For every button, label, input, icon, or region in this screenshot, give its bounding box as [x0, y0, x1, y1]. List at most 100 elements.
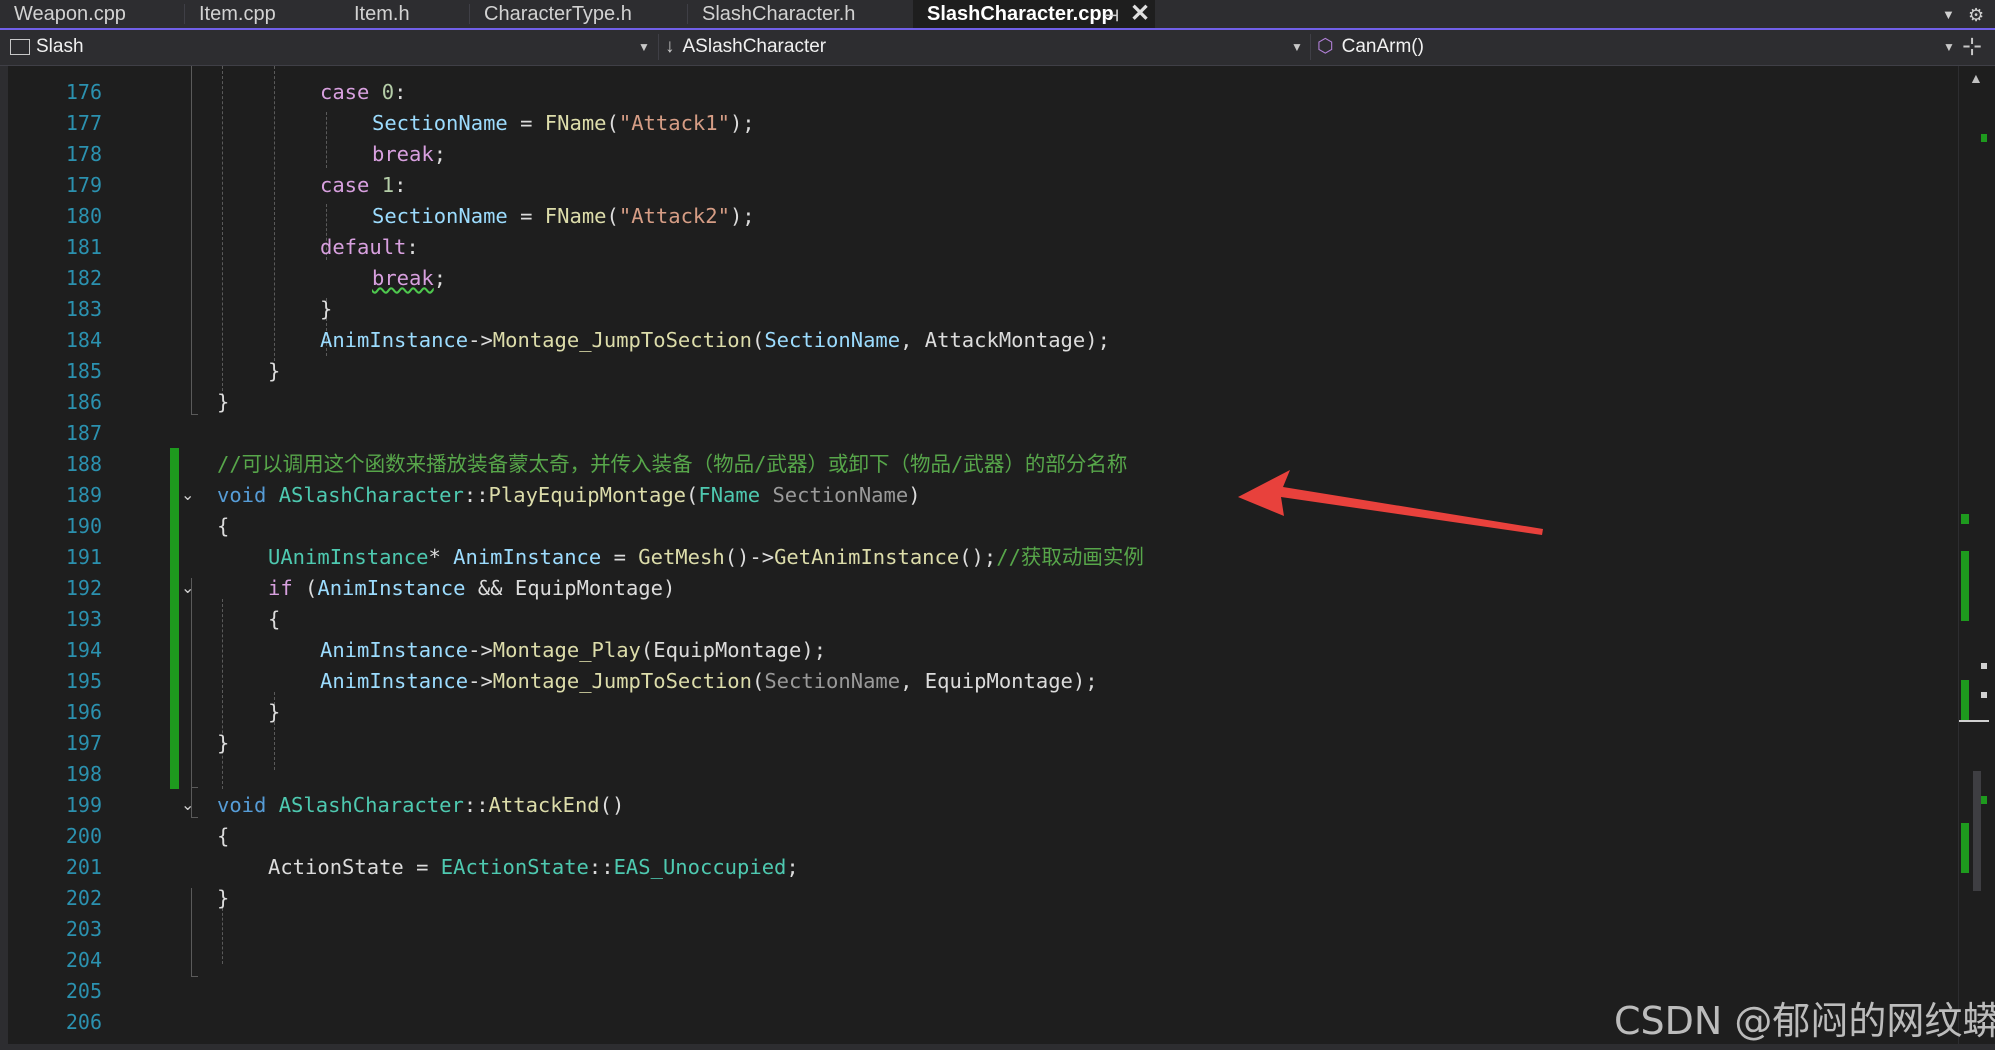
bottom-edge: [0, 1044, 1995, 1050]
code-line: 198: [0, 759, 1950, 790]
change-marker: [1961, 823, 1969, 873]
line-number: 187: [65, 421, 102, 445]
change-marker: [1961, 551, 1969, 621]
pin-icon[interactable]: ⊣: [1105, 3, 1119, 31]
code-line: 184 AnimInstance->Montage_JumpToSection(…: [0, 325, 1950, 356]
scroll-marker: [1981, 663, 1987, 669]
navigation-bar: Slash ▼ ↓ ASlashCharacter ▼ ⬡ CanArm() ▼ ⊹: [0, 30, 1995, 66]
project-icon: [10, 38, 30, 55]
code-line: 194 AnimInstance->Montage_Play(EquipMont…: [0, 635, 1950, 666]
tab-slashcharacter-cpp[interactable]: SlashCharacter.cpp ⊣ ✕: [913, 0, 1155, 28]
code-line: 192 ⌄ if (AnimInstance && EquipMontage): [0, 573, 1950, 604]
code-line: 179 case 1:: [0, 170, 1950, 201]
code-line: 188 //可以调用这个函数来播放装备蒙太奇，并传入装备（物品/武器）或卸下（物…: [0, 449, 1950, 480]
code-line: 180 SectionName = FName("Attack2");: [0, 201, 1950, 232]
line-number: 202: [65, 886, 102, 910]
project-label: Slash: [36, 36, 84, 57]
line-number: 189: [65, 483, 102, 507]
line-number: 182: [65, 266, 102, 290]
code-editor[interactable]: 176 case 0: 177 SectionName = FName("Att…: [0, 66, 1995, 1050]
code-line: 189 ⌄ void ASlashCharacter::PlayEquipMon…: [0, 480, 1950, 511]
line-number: 203: [65, 917, 102, 941]
line-number: 181: [65, 235, 102, 259]
change-marker: [1981, 134, 1987, 142]
caret-position-marker: [1959, 720, 1989, 722]
chevron-down-icon: ▼: [1943, 40, 1955, 54]
tab-weapon-cpp[interactable]: Weapon.cpp: [0, 0, 185, 28]
code-line: 203: [0, 914, 1950, 945]
code-line: 187: [0, 418, 1950, 449]
code-line: 200 {: [0, 821, 1950, 852]
collapse-toggle-icon[interactable]: ⌄: [181, 573, 194, 604]
code-line: 204: [0, 945, 1950, 976]
comment: //可以调用这个函数来播放装备蒙太奇，并传入装备（物品/武器）或卸下（物品/武器…: [217, 452, 1128, 476]
method-cube-icon: ⬡: [1317, 36, 1334, 57]
line-number: 205: [65, 979, 102, 1003]
member-dropdown[interactable]: ⬡ CanArm() ▼: [1317, 32, 1957, 62]
code-line: 195 AnimInstance->Montage_JumpToSection(…: [0, 666, 1950, 697]
line-number: 194: [65, 638, 102, 662]
change-marker: [1961, 680, 1969, 720]
line-number: 186: [65, 390, 102, 414]
line-number: 185: [65, 359, 102, 383]
line-number: 179: [65, 173, 102, 197]
gear-icon[interactable]: ⚙: [1968, 0, 1984, 30]
collapse-toggle-icon[interactable]: ⌄: [181, 790, 194, 821]
line-number: 183: [65, 297, 102, 321]
scope-arrow-icon: ↓: [665, 36, 675, 57]
code-line: 202 }: [0, 883, 1950, 914]
code-line: 190 {: [0, 511, 1950, 542]
line-number: 204: [65, 948, 102, 972]
tab-label: Weapon.cpp: [14, 3, 126, 25]
line-number: 195: [65, 669, 102, 693]
scope-label: ASlashCharacter: [682, 36, 827, 57]
line-number: 192: [65, 576, 102, 600]
code-line: 197 }: [0, 728, 1950, 759]
code-line: 183 }: [0, 294, 1950, 325]
line-number: 188: [65, 452, 102, 476]
project-dropdown[interactable]: Slash ▼: [10, 32, 655, 62]
line-number: 206: [65, 1010, 102, 1034]
line-number: 176: [65, 80, 102, 104]
scrollbar-thumb[interactable]: [1973, 771, 1981, 891]
line-number: 184: [65, 328, 102, 352]
tab-label: Item.cpp: [199, 3, 276, 25]
code-line: 177 SectionName = FName("Attack1");: [0, 108, 1950, 139]
line-number: 196: [65, 700, 102, 724]
code-line: 191 UAnimInstance* AnimInstance = GetMes…: [0, 542, 1950, 573]
tab-item-cpp[interactable]: Item.cpp: [185, 0, 347, 28]
code-line: 181 default:: [0, 232, 1950, 263]
vertical-scrollbar[interactable]: ▲: [1958, 66, 1995, 1050]
line-number: 200: [65, 824, 102, 848]
line-number: 193: [65, 607, 102, 631]
line-number: 191: [65, 545, 102, 569]
tab-slashcharacter-h[interactable]: SlashCharacter.h: [688, 0, 913, 28]
line-number: 180: [65, 204, 102, 228]
code-line: 193 {: [0, 604, 1950, 635]
tab-charactertype-h[interactable]: CharacterType.h: [470, 0, 688, 28]
line-number: 190: [65, 514, 102, 538]
code-line: 201 ActionState = EActionState::EAS_Unoc…: [0, 852, 1950, 883]
chevron-down-icon: ▼: [1291, 40, 1303, 54]
line-number: 177: [65, 111, 102, 135]
scroll-up-arrow-icon[interactable]: ▲: [1969, 70, 1983, 86]
code-line: 196 }: [0, 697, 1950, 728]
tab-item-h[interactable]: Item.h: [340, 0, 470, 28]
scope-dropdown[interactable]: ↓ ASlashCharacter ▼: [665, 32, 1305, 62]
code-line: 176 case 0:: [0, 77, 1950, 108]
line-number: 198: [65, 762, 102, 786]
tab-label: SlashCharacter.h: [702, 3, 856, 25]
close-icon[interactable]: ✕: [1130, 0, 1150, 28]
code-line: 199 ⌄ void ASlashCharacter::AttackEnd(): [0, 790, 1950, 821]
line-number: 197: [65, 731, 102, 755]
collapse-toggle-icon[interactable]: ⌄: [181, 480, 194, 511]
tab-label: SlashCharacter.cpp: [927, 3, 1114, 25]
split-editor-icon[interactable]: ⊹: [1962, 32, 1982, 62]
line-number: 199: [65, 793, 102, 817]
watermark: CSDN @郁闷的网纹蟒: [1614, 999, 1995, 1043]
chevron-down-icon[interactable]: ▼: [1942, 0, 1955, 30]
tab-label: Item.h: [354, 3, 410, 25]
document-tab-bar: Weapon.cpp Item.cpp Item.h CharacterType…: [0, 0, 1995, 30]
code-line: 178 break;: [0, 139, 1950, 170]
code-line: 182 break;: [0, 263, 1950, 294]
